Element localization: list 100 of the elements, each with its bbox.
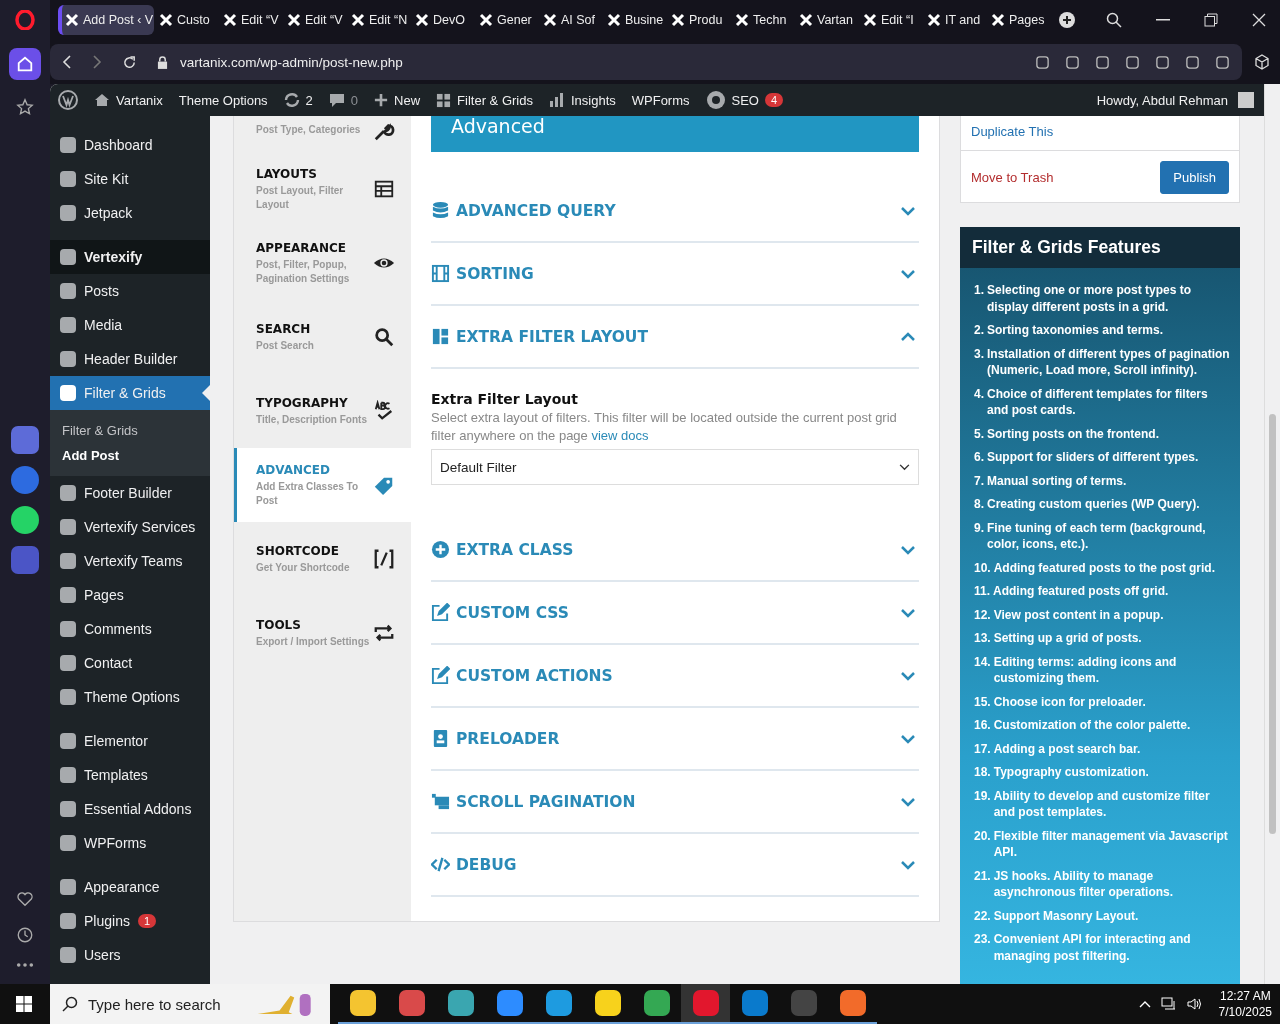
sidebar-item[interactable]: Jetpack [50, 196, 210, 230]
accordion-header[interactable]: CUSTOM ACTIONS [431, 645, 919, 708]
reload-icon[interactable] [122, 54, 137, 70]
sidebar-item[interactable]: Footer Builder [50, 476, 210, 510]
sidebar-item[interactable]: Theme Options [50, 680, 210, 714]
sidebar-item[interactable]: Pages [50, 578, 210, 612]
browser-tab[interactable]: DevO [412, 5, 474, 35]
search-field[interactable]: Type here to search [86, 994, 246, 1014]
clock-icon[interactable] [16, 926, 34, 944]
windows-logo-icon[interactable] [16, 996, 32, 1012]
accordion-header[interactable]: ADVANCED QUERY [431, 180, 919, 243]
speaker-icon[interactable] [1186, 997, 1203, 1011]
sidebar-item[interactable]: Vertexify Teams [50, 544, 210, 578]
network-icon[interactable] [1160, 997, 1177, 1011]
taskbar-search-box[interactable]: Type here to search [50, 984, 330, 1024]
admin-bar-link[interactable]: Theme Options [178, 92, 268, 108]
sidebar-item[interactable]: Dashboard [50, 128, 210, 162]
admin-bar-link[interactable]: WPForms [631, 92, 690, 108]
toolbar-icon[interactable] [1125, 54, 1140, 70]
restore-icon[interactable] [1204, 13, 1218, 27]
minimize-icon[interactable] [1156, 19, 1170, 21]
accordion-header[interactable]: SCROLL PAGINATION [431, 771, 919, 834]
sidebar-item[interactable]: WPForms [50, 826, 210, 860]
browser-tab[interactable]: AI Sof [540, 5, 602, 35]
sidebar-item[interactable]: Essential Addons [50, 792, 210, 826]
admin-bar-link[interactable]: New [374, 92, 421, 108]
sidebar-item[interactable]: Posts [50, 274, 210, 308]
sidebar-item[interactable]: Media [50, 308, 210, 342]
back-icon[interactable] [62, 55, 72, 69]
accordion-header[interactable]: SORTING [431, 243, 919, 306]
accordion-header[interactable]: EXTRA CLASS [431, 519, 919, 582]
sidebar-item[interactable]: Contact [50, 646, 210, 680]
browser-tab[interactable]: Busine [604, 5, 666, 35]
admin-bar-link[interactable]: Insights [548, 92, 616, 108]
admin-bar-link[interactable]: 2 [283, 92, 313, 108]
submenu-item[interactable]: Filter & Grids [50, 418, 210, 443]
search-icon[interactable] [1106, 12, 1122, 28]
cube-icon[interactable] [1254, 54, 1270, 70]
browser-tab[interactable]: Edit “V [220, 5, 282, 35]
sidebar-item[interactable]: Vertexify Services [50, 510, 210, 544]
address-bar[interactable]: vartanix.com/wp-admin/post-new.php [50, 44, 1242, 80]
admin-bar-link[interactable]: Filter & Grids [436, 92, 533, 108]
settings-tab[interactable]: APPEARANCE Post, Filter, Popup, Pagination Settings [234, 226, 411, 300]
browser-tab[interactable]: Edit “V [284, 5, 346, 35]
duplicate-link[interactable]: Duplicate This [971, 124, 1054, 139]
admin-bar-link[interactable]: 0 [328, 92, 359, 108]
sidebar-item[interactable]: Vertexify [50, 240, 210, 274]
clock[interactable]: 12:27 AM 7/10/2025 [1218, 988, 1272, 1020]
publish-button[interactable]: Publish [1160, 161, 1229, 194]
sidebar-item[interactable]: Comments [50, 612, 210, 646]
browser-tab[interactable]: Custo [156, 5, 218, 35]
browser-tab[interactable]: Produ [668, 5, 730, 35]
settings-tab[interactable]: LAYOUTS Post Layout, Filter Layout [234, 152, 411, 226]
browser-tab[interactable]: IT and [924, 5, 986, 35]
new-tab-icon[interactable] [1058, 11, 1076, 29]
accordion-header[interactable]: PRELOADER [431, 708, 919, 771]
docs-link[interactable]: view docs [591, 428, 649, 443]
browser-tab[interactable]: Edit “I [860, 5, 922, 35]
sidebar-item[interactable]: Users [50, 938, 210, 972]
toolbar-icon[interactable] [1215, 54, 1230, 70]
star-icon[interactable] [16, 98, 34, 116]
toolbar-icon[interactable] [1095, 54, 1110, 70]
toolbar-icon[interactable] [1065, 54, 1080, 70]
sidebar-item[interactable]: Plugins 1 [50, 904, 210, 938]
home-icon[interactable] [9, 48, 41, 80]
sidebar-item[interactable]: Header Builder [50, 342, 210, 376]
toolbar-icon[interactable] [1035, 54, 1050, 70]
wordpress-logo-icon[interactable] [58, 90, 78, 110]
admin-bar-link[interactable]: SEO 4 [705, 90, 784, 110]
accordion-header[interactable]: EXTRA FILTER LAYOUT [431, 306, 919, 369]
forward-icon[interactable] [92, 55, 102, 69]
toolbar-icon[interactable] [1155, 54, 1170, 70]
trash-link[interactable]: Move to Trash [971, 170, 1054, 185]
settings-tab[interactable]: SHORTCODE Get Your Shortcode [234, 522, 411, 596]
settings-tab[interactable]: ADVANCED Add Extra Classes To Post [234, 448, 411, 522]
submenu-item[interactable]: Add Post [50, 443, 210, 468]
accordion-header[interactable]: DEBUG [431, 834, 919, 897]
browser-tab[interactable]: Gener [476, 5, 538, 35]
settings-tab[interactable]: TOOLS Export / Import Settings [234, 596, 411, 670]
settings-tab[interactable]: SEARCH Post Search [234, 300, 411, 374]
scrollbar[interactable] [1264, 84, 1280, 984]
close-icon[interactable] [1252, 13, 1266, 27]
browser-logo-icon[interactable] [15, 10, 35, 30]
sidebar-item[interactable]: Filter & Grids [50, 376, 210, 410]
browser-tab[interactable]: Pages [988, 5, 1050, 35]
browser-tab[interactable]: Vartan [796, 5, 858, 35]
layout-dropdown[interactable]: Default Filter [431, 449, 919, 485]
sidebar-item[interactable]: Appearance [50, 870, 210, 904]
settings-tab[interactable]: TYPOGRAPHY Title, Description Fonts [234, 374, 411, 448]
heart-icon[interactable] [16, 890, 34, 908]
sidebar-item[interactable]: Elementor [50, 724, 210, 758]
more-icon[interactable] [16, 962, 34, 968]
browser-tab[interactable]: Techn [732, 5, 794, 35]
accordion-header[interactable]: CUSTOM CSS [431, 582, 919, 645]
account-link[interactable]: Howdy, Abdul Rehman [1096, 92, 1254, 108]
admin-bar-link[interactable]: Vartanix [94, 92, 163, 108]
browser-tab[interactable]: Edit “N [348, 5, 410, 35]
chevron-up-icon[interactable] [1138, 1000, 1151, 1008]
sidebar-item[interactable]: Templates [50, 758, 210, 792]
browser-tab[interactable]: Add Post ‹ V [58, 5, 154, 35]
